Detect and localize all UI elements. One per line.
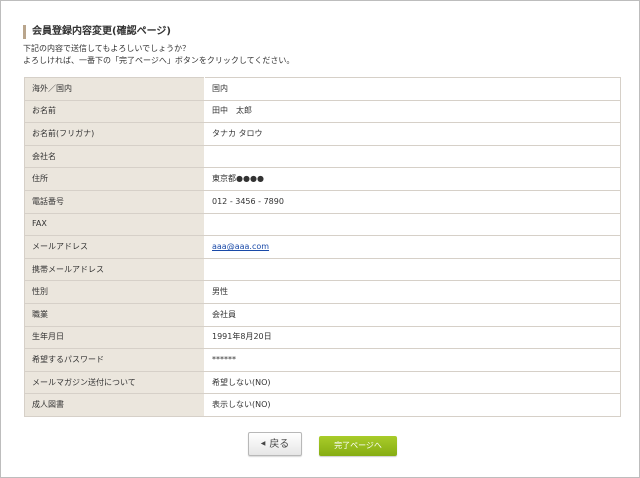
complete-button-label: 完了ページへ bbox=[334, 441, 382, 450]
row-label-birthdate: 生年月日 bbox=[24, 325, 205, 350]
row-label-phone: 電話番号 bbox=[24, 189, 205, 214]
row-value-birthdate: 1991年8月20日 bbox=[204, 325, 621, 350]
row-label-name: お名前 bbox=[24, 99, 205, 124]
table-row: 海外／国内 国内 bbox=[24, 77, 621, 101]
row-value-password: ****** bbox=[204, 348, 621, 372]
back-button-label: 戻る bbox=[269, 439, 290, 450]
table-row: お名前(フリガナ) タナカ タロウ bbox=[24, 122, 621, 146]
table-row: お名前 田中 太郎 bbox=[24, 99, 621, 124]
row-label-overseas-domestic: 海外／国内 bbox=[24, 77, 205, 101]
row-value-adult-books: 表示しない(NO) bbox=[204, 393, 621, 417]
table-row: 性別 男性 bbox=[24, 280, 621, 304]
page-title: 会員登録内容変更(確認ページ) bbox=[23, 25, 171, 39]
intro-text: 下記の内容で送信してもよろしいでしょうか？ よろしければ、一番下の「完了ページへ… bbox=[23, 43, 294, 67]
table-row: メールアドレス aaa@aaa.com bbox=[24, 235, 621, 259]
row-value-occupation: 会社員 bbox=[204, 302, 621, 327]
row-value-company bbox=[204, 144, 621, 169]
table-row: 住所 東京都●●●● bbox=[24, 167, 621, 191]
intro-line-2: よろしければ、一番下の「完了ページへ」ボタンをクリックしてください。 bbox=[23, 56, 295, 65]
row-value-name-kana: タナカ タロウ bbox=[204, 122, 621, 146]
table-row: 電話番号 012 - 3456 - 7890 bbox=[24, 189, 621, 214]
row-label-mobile-email: 携帯メールアドレス bbox=[24, 257, 205, 282]
table-row: メールマガジン送付について 希望しない(NO) bbox=[24, 370, 621, 395]
row-label-password: 希望するパスワード bbox=[24, 348, 205, 372]
complete-page-button[interactable]: 完了ページへ bbox=[319, 436, 397, 456]
row-value-phone: 012 - 3456 - 7890 bbox=[204, 189, 621, 214]
table-row: 生年月日 1991年8月20日 bbox=[24, 325, 621, 350]
row-value-newsletter: 希望しない(NO) bbox=[204, 370, 621, 395]
email-link[interactable]: aaa@aaa.com bbox=[212, 242, 269, 251]
row-value-name: 田中 太郎 bbox=[204, 99, 621, 124]
row-label-company: 会社名 bbox=[24, 144, 205, 169]
table-row: 携帯メールアドレス bbox=[24, 257, 621, 282]
confirmation-table: 海外／国内 国内 お名前 田中 太郎 お名前(フリガナ) タナカ タロウ 会社名… bbox=[24, 77, 621, 417]
row-label-adult-books: 成人図書 bbox=[24, 393, 205, 417]
row-label-occupation: 職業 bbox=[24, 302, 205, 327]
row-label-newsletter: メールマガジン送付について bbox=[24, 370, 205, 395]
row-value-email: aaa@aaa.com bbox=[204, 235, 621, 259]
table-row: 会社名 bbox=[24, 144, 621, 169]
back-button[interactable]: ◀ 戻る bbox=[248, 432, 302, 456]
triangle-left-icon: ◀ bbox=[260, 440, 266, 447]
row-value-mobile-email bbox=[204, 257, 621, 282]
row-label-fax: FAX bbox=[24, 212, 205, 237]
row-label-name-kana: お名前(フリガナ) bbox=[24, 122, 205, 146]
row-value-fax bbox=[204, 212, 621, 237]
table-row: 職業 会社員 bbox=[24, 302, 621, 327]
row-value-gender: 男性 bbox=[204, 280, 621, 304]
intro-line-1: 下記の内容で送信してもよろしいでしょうか？ bbox=[23, 44, 191, 53]
table-row: FAX bbox=[24, 212, 621, 237]
row-label-email: メールアドレス bbox=[24, 235, 205, 259]
page-frame: 会員登録内容変更(確認ページ) 下記の内容で送信してもよろしいでしょうか？ よろ… bbox=[0, 0, 640, 478]
row-value-overseas-domestic: 国内 bbox=[204, 77, 621, 101]
table-row: 希望するパスワード ****** bbox=[24, 348, 621, 372]
row-label-gender: 性別 bbox=[24, 280, 205, 304]
row-label-address: 住所 bbox=[24, 167, 205, 191]
table-row: 成人図書 表示しない(NO) bbox=[24, 393, 621, 417]
row-value-address: 東京都●●●● bbox=[204, 167, 621, 191]
